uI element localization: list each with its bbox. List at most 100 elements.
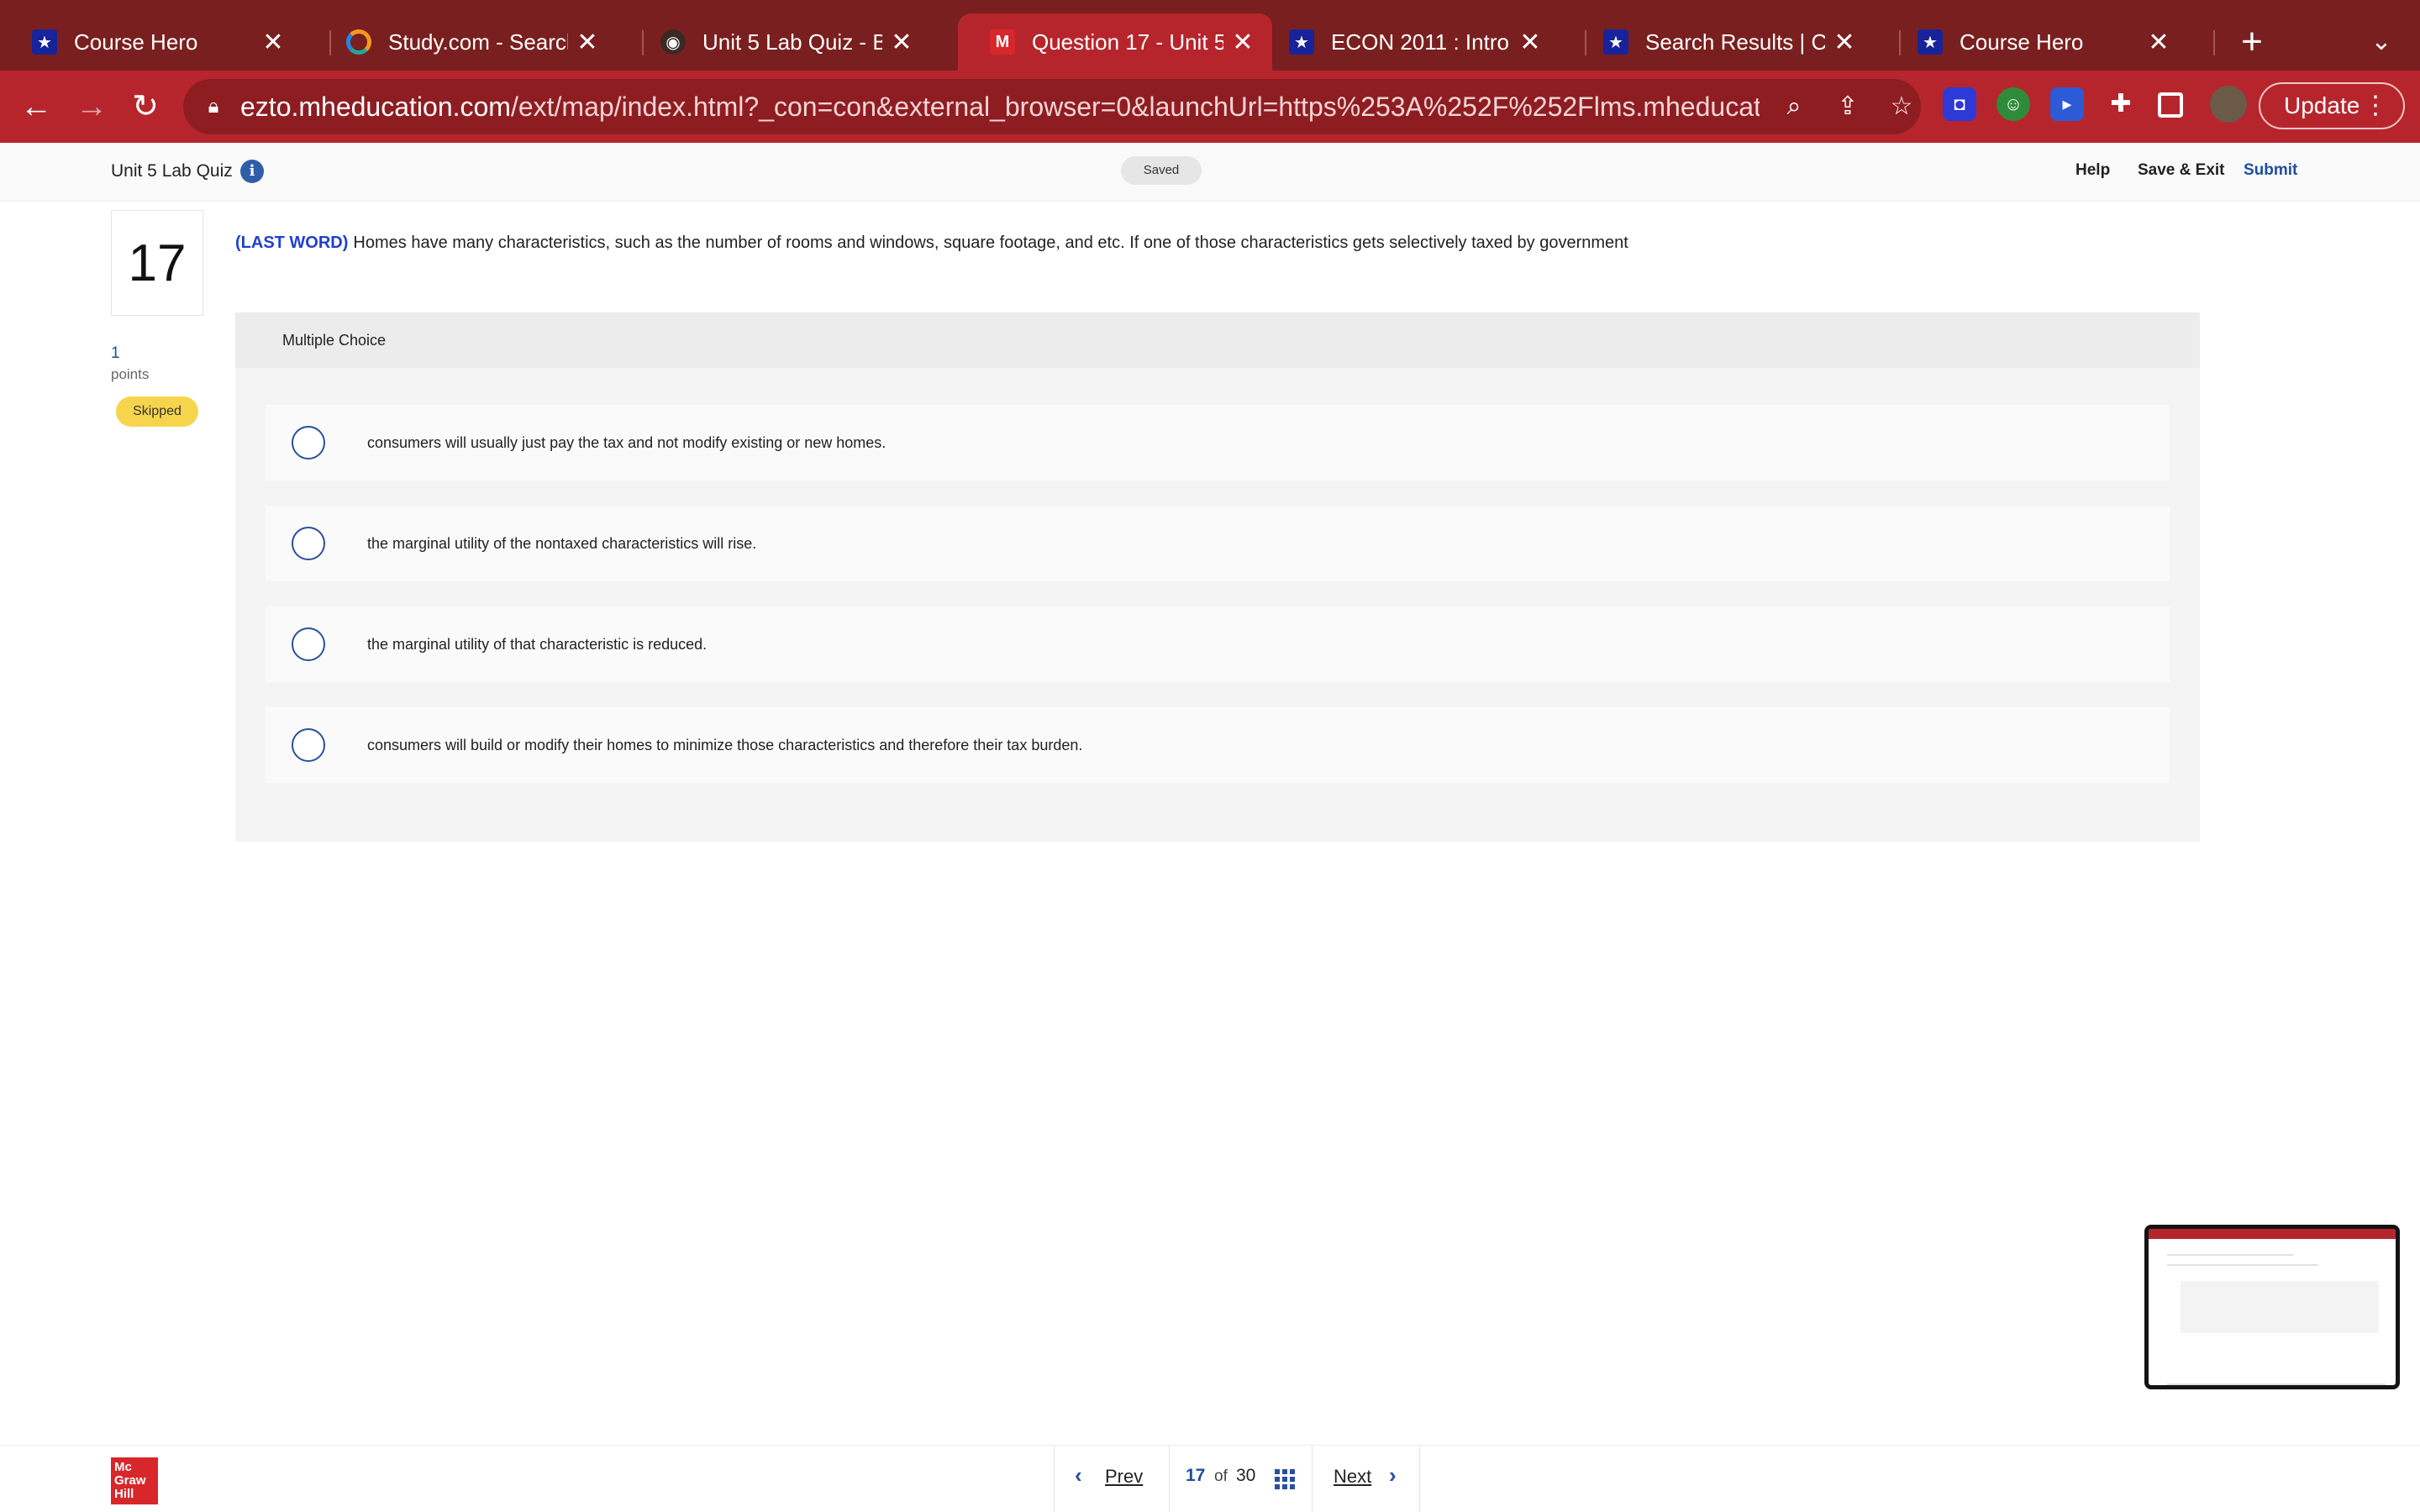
star-icon: ★ — [32, 29, 57, 55]
address-bar[interactable]: 🔒︎ ezto.mheducation.com/ext/map/index.ht… — [183, 79, 1921, 134]
screenshot-thumbnail[interactable] — [2144, 1225, 2400, 1389]
choice-text: the marginal utility of that characteris… — [367, 635, 708, 653]
info-icon[interactable]: i — [240, 160, 264, 183]
quiz-header: Unit 5 Lab Quiz i Saved Help Save & Exit… — [0, 143, 2420, 202]
question-prompt: (LAST WORD) Homes have many characteristi… — [235, 234, 2252, 253]
thumbnail-line — [2167, 1264, 2318, 1266]
lock-icon[interactable]: 🔒︎ — [202, 95, 225, 118]
tab-course-hero-1[interactable]: ★ Course Hero ✕ — [0, 13, 302, 71]
question-number: 17 — [111, 210, 203, 316]
url-path: /ext/map/index.html?_con=con&external_br… — [510, 91, 1760, 122]
pager-of-label: of — [1214, 1467, 1228, 1485]
radio-button[interactable] — [292, 728, 325, 762]
tab-title: Question 17 - Unit 5 I — [1032, 29, 1223, 55]
study-icon — [346, 29, 371, 55]
close-icon[interactable]: ✕ — [1230, 28, 1255, 57]
close-icon[interactable]: ✕ — [260, 28, 286, 57]
multiple-choice-panel: Multiple Choice consumers will usually j… — [235, 312, 2200, 842]
close-icon[interactable]: ✕ — [575, 28, 600, 57]
quiz-footer: Mc Graw Hill ‹ Prev 17 of 30 Next › — [0, 1445, 2420, 1512]
skipped-badge: Skipped — [116, 396, 198, 427]
quiz-title: Unit 5 Lab Quiz — [111, 161, 233, 181]
choice-text: consumers will usually just pay the tax … — [367, 433, 886, 451]
reload-icon[interactable]: ↻ — [126, 87, 165, 126]
tab-study-com[interactable]: Study.com - Search f ✕ — [314, 13, 617, 71]
pager-divider — [1169, 1446, 1170, 1512]
kebab-menu-icon[interactable]: ⋮ — [2363, 84, 2388, 128]
tab-question-17[interactable]: M Question 17 - Unit 5 I ✕ — [958, 13, 1272, 71]
choice-option-b[interactable]: the marginal utility of the nontaxed cha… — [266, 506, 2170, 581]
points-value: 1 — [111, 344, 120, 362]
thumbnail-panel — [2181, 1281, 2379, 1333]
mcgraw-hill-logo: Mc Graw Hill — [111, 1457, 158, 1504]
update-button[interactable]: Update ⋮ — [2259, 82, 2405, 129]
choice-option-c[interactable]: the marginal utility of that characteris… — [266, 606, 2170, 682]
tab-search-results[interactable]: ★ Search Results | Cou ✕ — [1571, 13, 1874, 71]
tab-unit5-lab-quiz[interactable]: ◉ Unit 5 Lab Quiz - BU ✕ — [629, 13, 931, 71]
url-text[interactable]: ezto.mheducation.com/ext/map/index.html?… — [240, 92, 1760, 123]
thumbnail-toolbar — [2149, 1229, 2396, 1239]
points-label: points — [111, 366, 150, 382]
chevron-left-icon[interactable]: ‹ — [1075, 1462, 1082, 1488]
extension-robot-icon[interactable]: ☺ — [1996, 87, 2030, 121]
mcgraw-m-icon: M — [990, 29, 1015, 55]
saved-status-badge: Saved — [1121, 156, 1202, 185]
star-icon: ★ — [1918, 29, 1943, 55]
extension-play-icon[interactable]: ▸ — [2050, 87, 2084, 121]
pager-divider — [1312, 1446, 1313, 1512]
chevron-right-icon[interactable]: › — [1389, 1462, 1397, 1488]
thumbnail-line — [2167, 1254, 2293, 1256]
submit-link[interactable]: Submit — [2244, 161, 2297, 180]
tab-title: Course Hero — [74, 29, 198, 55]
close-icon[interactable]: ✕ — [2146, 28, 2171, 57]
star-icon: ★ — [1289, 29, 1314, 55]
choice-text: the marginal utility of the nontaxed cha… — [367, 534, 757, 552]
question-type-label: Multiple Choice — [235, 312, 2200, 368]
radio-button[interactable] — [292, 426, 325, 459]
share-icon[interactable]: ⇪ — [1828, 87, 1867, 126]
extension-shield-icon[interactable]: ◘ — [1943, 87, 1976, 121]
back-arrow-icon[interactable]: ← — [17, 87, 55, 126]
current-question-number: 17 — [1186, 1466, 1206, 1485]
extensions-puzzle-icon[interactable]: ✚ — [2104, 87, 2138, 121]
app-root: ★ Course Hero ✕ Study.com - Search f ✕ ◉… — [0, 0, 2420, 1512]
star-icon: ★ — [1603, 29, 1628, 55]
close-icon[interactable]: ✕ — [1518, 28, 1543, 57]
profile-avatar[interactable] — [2210, 86, 2247, 123]
tab-econ-2011[interactable]: ★ ECON 2011 : Intro to ✕ — [1257, 13, 1560, 71]
question-text: Homes have many characteristics, such as… — [353, 234, 1628, 252]
question-pager: ‹ Prev 17 of 30 Next › — [1054, 1446, 1420, 1512]
choice-option-a[interactable]: consumers will usually just pay the tax … — [266, 405, 2170, 480]
url-host: ezto.mheducation.com — [240, 91, 511, 122]
forward-arrow-icon[interactable]: → — [72, 87, 111, 126]
radio-button[interactable] — [292, 627, 325, 661]
side-panel-icon[interactable] — [2158, 92, 2183, 118]
radio-button[interactable] — [292, 527, 325, 560]
choice-option-d[interactable]: consumers will build or modify their hom… — [266, 707, 2170, 783]
choice-text: consumers will build or modify their hom… — [367, 736, 1083, 753]
tab-separator — [2213, 30, 2215, 55]
next-button[interactable]: Next — [1334, 1466, 1371, 1488]
tab-title: Course Hero — [1960, 29, 2084, 55]
question-tag: (LAST WORD) — [235, 234, 349, 252]
help-link[interactable]: Help — [2075, 161, 2110, 180]
bookmark-star-icon[interactable]: ☆ — [1882, 87, 1921, 126]
question-grid-icon[interactable] — [1275, 1469, 1295, 1489]
prev-button[interactable]: Prev — [1105, 1466, 1143, 1488]
globe-icon: ◉ — [660, 29, 686, 55]
browser-tabstrip: ★ Course Hero ✕ Study.com - Search f ✕ ◉… — [0, 0, 2420, 71]
tab-title: Search Results | Cou — [1645, 29, 1825, 55]
tab-search-chevron-icon[interactable]: ⌄ — [2365, 18, 2398, 66]
new-tab-plus-icon[interactable]: + — [2235, 18, 2269, 66]
save-exit-link[interactable]: Save & Exit — [2138, 161, 2225, 180]
update-label: Update — [2284, 92, 2360, 118]
tab-title: ECON 2011 : Intro to — [1331, 29, 1511, 55]
total-questions: 30 — [1236, 1466, 1256, 1485]
tab-title: Study.com - Search f — [388, 29, 568, 55]
close-icon[interactable]: ✕ — [889, 28, 914, 57]
zoom-icon[interactable]: ⌕ — [1775, 87, 1813, 126]
thumbnail-line — [2167, 1383, 2386, 1385]
tab-title: Unit 5 Lab Quiz - BU — [702, 29, 882, 55]
tab-course-hero-2[interactable]: ★ Course Hero ✕ — [1886, 13, 2188, 71]
close-icon[interactable]: ✕ — [1832, 28, 1857, 57]
